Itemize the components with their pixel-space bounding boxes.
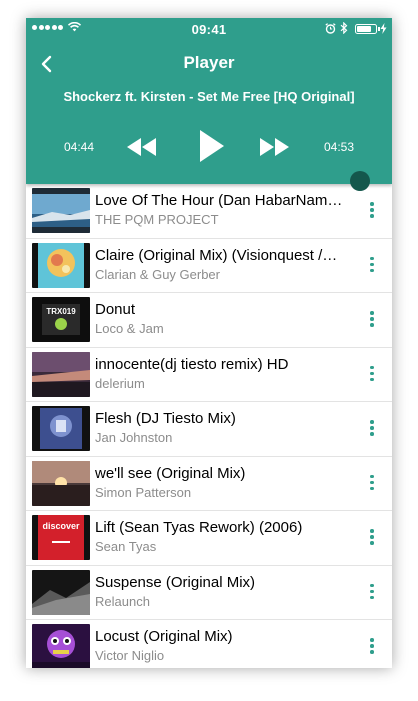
album-art — [32, 351, 90, 397]
album-art — [32, 406, 90, 451]
more-options-button[interactable] — [364, 417, 380, 439]
playlist-item[interactable]: TRX019 Donut Loco & Jam — [26, 293, 392, 348]
album-art: TRX019 — [32, 297, 90, 342]
album-art — [32, 460, 90, 506]
more-options-button[interactable] — [364, 363, 380, 385]
progress-slider-handle[interactable] — [349, 171, 370, 191]
phone-screen: 09:41 Player Shockerz ft. Kirsten - Set … — [26, 18, 392, 668]
song-title: Donut — [95, 301, 136, 318]
album-art: discover — [32, 515, 90, 560]
playlist-item[interactable]: Locust (Original Mix) Victor Niglio — [26, 620, 392, 668]
playlist-item[interactable]: innocente(dj tiesto remix) HD delerium — [26, 348, 392, 402]
page-title: Player — [183, 53, 235, 72]
song-title: Love Of The Hour (Dan HabarNam… — [95, 192, 343, 209]
more-options-button[interactable] — [364, 199, 380, 221]
song-artist: delerium — [95, 375, 145, 391]
more-options-button[interactable] — [364, 581, 380, 603]
song-title: Flesh (DJ Tiesto Mix) — [95, 410, 236, 427]
song-title: Claire (Original Mix) (Visionquest /… — [95, 246, 338, 264]
elapsed-time: 04:44 — [64, 140, 95, 154]
more-options-button[interactable] — [364, 635, 380, 657]
more-options-button[interactable] — [364, 254, 380, 276]
album-art — [32, 188, 90, 233]
song-title: innocente(dj tiesto remix) HD — [95, 355, 289, 373]
bluetooth-icon — [340, 22, 348, 34]
playlist: Love Of The Hour (Dan HabarNam… THE PQM … — [26, 184, 392, 668]
more-options-button[interactable] — [364, 472, 380, 494]
playlist-item[interactable]: Suspense (Original Mix) Relaunch — [26, 566, 392, 620]
song-title: Suspense (Original Mix) — [95, 573, 256, 591]
more-options-button[interactable] — [364, 526, 380, 548]
charging-icon — [380, 23, 387, 34]
album-art — [32, 242, 90, 288]
song-title: Lift (Sean Tyas Rework) (2006) — [95, 519, 303, 536]
album-art — [32, 569, 90, 615]
song-artist: Simon Patterson — [95, 484, 192, 500]
album-art-text: discover — [42, 521, 80, 531]
status-time: 09:41 — [191, 22, 227, 37]
total-duration: 04:53 — [323, 140, 354, 154]
battery-icon — [355, 24, 380, 34]
song-artist: Relaunch — [95, 593, 150, 609]
alarm-icon — [325, 23, 336, 34]
song-artist: THE PQM PROJECT — [95, 212, 219, 227]
play-button[interactable] — [198, 129, 226, 163]
playlist-item[interactable]: Flesh (DJ Tiesto Mix) Jan Johnston — [26, 402, 392, 457]
song-title: we'll see (Original Mix) — [95, 464, 246, 482]
playlist-item[interactable]: Claire (Original Mix) (Visionquest /… Cl… — [26, 239, 392, 293]
playlist-item[interactable]: discover Lift (Sean Tyas Rework) (2006) … — [26, 511, 392, 566]
now-playing-title: Shockerz ft. Kirsten - Set Me Free [HQ O… — [63, 89, 355, 104]
song-artist: Victor Niglio — [95, 648, 165, 663]
more-options-button[interactable] — [364, 308, 380, 330]
rewind-button[interactable] — [126, 136, 158, 158]
song-title: Locust (Original Mix) — [95, 628, 233, 645]
playlist-item[interactable]: we'll see (Original Mix) Simon Patterson — [26, 457, 392, 511]
playlist-item[interactable]: Love Of The Hour (Dan HabarNam… THE PQM … — [26, 184, 392, 239]
status-bar: 09:41 — [26, 18, 392, 38]
song-artist: Loco & Jam — [95, 321, 164, 336]
song-artist: Sean Tyas — [95, 539, 157, 554]
fast-forward-button[interactable] — [259, 136, 291, 158]
album-art — [32, 624, 90, 668]
player-header: 09:41 Player Shockerz ft. Kirsten - Set … — [26, 18, 392, 184]
song-artist: Jan Johnston — [95, 430, 173, 445]
song-artist: Clarian & Guy Gerber — [95, 266, 220, 282]
album-art-text: TRX019 — [46, 307, 76, 316]
